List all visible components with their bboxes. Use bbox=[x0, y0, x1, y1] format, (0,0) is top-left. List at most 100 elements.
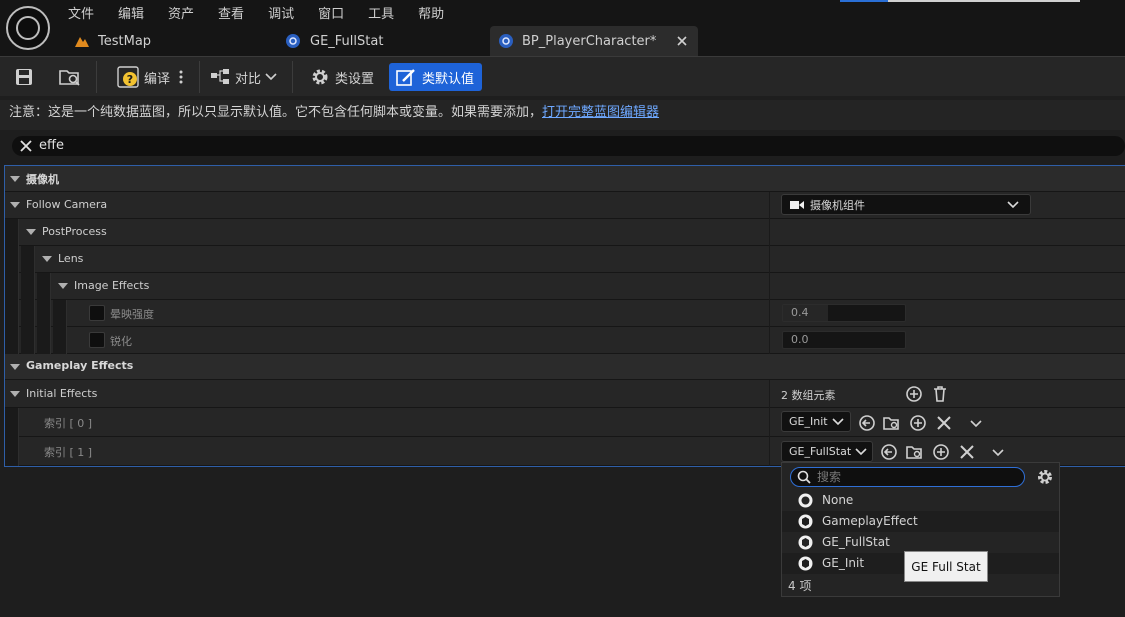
add-element-icon[interactable] bbox=[905, 385, 923, 403]
class-defaults-button[interactable]: 类默认值 bbox=[389, 63, 483, 91]
compile-options-button[interactable] bbox=[178, 63, 184, 91]
sharpen-value-field[interactable]: 0.0 bbox=[782, 331, 906, 349]
index0-class-picker[interactable]: GE_Init bbox=[781, 411, 851, 432]
diff-label: 对比 bbox=[235, 71, 262, 87]
follow-camera-label: Follow Camera bbox=[26, 198, 108, 211]
category-camera[interactable]: 摄像机 bbox=[5, 166, 1125, 192]
insert-element-icon[interactable] bbox=[909, 414, 927, 432]
category-gameplay-effects[interactable]: Gameplay Effects bbox=[5, 354, 1125, 380]
class-icon bbox=[798, 556, 813, 571]
vignette-label: 晕映强度 bbox=[110, 308, 154, 321]
dropdown-item-gameplayeffect[interactable]: GameplayEffect bbox=[782, 511, 1059, 532]
top-search-strip bbox=[888, 0, 1080, 2]
clear-value-icon[interactable] bbox=[935, 414, 953, 432]
class-defaults-label: 类默认值 bbox=[422, 71, 475, 87]
expand-arrow-icon[interactable] bbox=[10, 176, 20, 182]
vignette-value-field[interactable]: 0.4 bbox=[782, 304, 906, 322]
expand-arrow-icon[interactable] bbox=[42, 256, 52, 262]
svg-text:?: ? bbox=[127, 73, 133, 86]
diff-icon bbox=[211, 69, 229, 84]
postprocess-label: PostProcess bbox=[42, 225, 107, 238]
component-picker-value: 摄像机组件 bbox=[810, 198, 865, 212]
dropdown-item-label: GE_FullStat bbox=[822, 535, 890, 549]
close-icon[interactable] bbox=[677, 36, 687, 46]
tab-ge-fullstat[interactable]: GE_FullStat bbox=[285, 26, 383, 56]
menu-tools[interactable]: 工具 bbox=[368, 3, 394, 22]
expand-arrow-icon[interactable] bbox=[58, 283, 68, 289]
details-search-input[interactable]: effe bbox=[12, 136, 1125, 156]
clear-search-icon[interactable] bbox=[20, 140, 32, 152]
index1-value: GE_FullStat bbox=[789, 445, 852, 458]
class-settings-button[interactable]: 类设置 bbox=[310, 63, 374, 91]
property-initial-effects: Initial Effects 2 数组元素 bbox=[5, 380, 1125, 408]
dropdown-item-none[interactable]: None bbox=[782, 490, 1059, 511]
browse-icon bbox=[59, 70, 80, 86]
edit-defaults-icon bbox=[396, 69, 415, 86]
chevron-down-icon bbox=[265, 73, 277, 81]
sharpen-value: 0.0 bbox=[791, 333, 809, 346]
use-selected-icon[interactable] bbox=[858, 414, 876, 432]
class-settings-label: 类设置 bbox=[335, 71, 375, 87]
save-button[interactable] bbox=[14, 63, 34, 91]
index1-class-picker[interactable]: GE_FullStat bbox=[781, 441, 873, 462]
unreal-logo-icon[interactable] bbox=[6, 6, 50, 50]
toolbar: ? 编译 对比 类设置 类默认值 bbox=[0, 56, 1125, 96]
expand-arrow-icon[interactable] bbox=[10, 364, 20, 370]
expand-arrow-icon[interactable] bbox=[10, 391, 20, 397]
chevron-down-icon[interactable] bbox=[989, 443, 1007, 461]
more-vertical-icon bbox=[179, 70, 183, 84]
compile-icon: ? bbox=[117, 66, 139, 88]
save-icon bbox=[16, 69, 32, 85]
menu-debug[interactable]: 调试 bbox=[268, 3, 294, 22]
title-bar: 文件 编辑 资产 查看 调试 窗口 工具 帮助 TestMap GE_FullS… bbox=[0, 0, 1125, 56]
expand-arrow-icon[interactable] bbox=[10, 202, 20, 208]
property-vignette-intensity: 晕映强度 0.4 bbox=[5, 300, 1125, 327]
tab-testmap-label: TestMap bbox=[98, 33, 152, 49]
trash-icon[interactable] bbox=[931, 385, 949, 403]
clear-value-icon[interactable] bbox=[958, 443, 976, 461]
sharpen-override-checkbox[interactable] bbox=[89, 332, 105, 348]
expand-arrow-icon[interactable] bbox=[26, 229, 36, 235]
category-gameplay-label: Gameplay Effects bbox=[26, 359, 134, 372]
index0-value: GE_Init bbox=[789, 415, 828, 428]
tab-testmap[interactable]: TestMap bbox=[74, 26, 151, 56]
menu-asset[interactable]: 资产 bbox=[168, 3, 194, 22]
dropdown-item-ge-fullstat[interactable]: GE_FullStat bbox=[782, 532, 1059, 553]
use-selected-icon[interactable] bbox=[880, 443, 898, 461]
index0-label: 索引 [ 0 ] bbox=[44, 417, 93, 430]
sharpen-label: 锐化 bbox=[110, 335, 132, 348]
compile-button[interactable]: ? 编译 bbox=[117, 63, 170, 91]
browse-folder-icon[interactable] bbox=[905, 443, 923, 461]
diff-button[interactable]: 对比 bbox=[210, 63, 277, 91]
initial-effects-label: Initial Effects bbox=[26, 387, 98, 400]
class-icon bbox=[798, 535, 813, 550]
menu-view[interactable]: 查看 bbox=[218, 3, 244, 22]
camera-icon bbox=[790, 200, 804, 209]
browse-asset-button[interactable] bbox=[58, 63, 82, 91]
dropdown-search-input[interactable]: 搜索 bbox=[790, 467, 1025, 487]
dropdown-item-label: GameplayEffect bbox=[822, 514, 918, 528]
open-full-editor-link[interactable]: 打开完整蓝图编辑器 bbox=[542, 105, 659, 120]
component-picker[interactable]: 摄像机组件 bbox=[781, 194, 1031, 215]
tab-bp-playercharacter[interactable]: BP_PlayerCharacter* bbox=[490, 26, 698, 56]
lens-label: Lens bbox=[58, 252, 84, 265]
menu-help[interactable]: 帮助 bbox=[418, 3, 444, 22]
search-value: effe bbox=[39, 138, 64, 153]
level-icon bbox=[75, 37, 89, 47]
vignette-value: 0.4 bbox=[791, 306, 809, 319]
chevron-down-icon[interactable] bbox=[967, 414, 985, 432]
details-tree: 摄像机 Follow Camera 摄像机组件 PostProcess Lens… bbox=[4, 165, 1125, 467]
browse-folder-icon[interactable] bbox=[882, 414, 900, 432]
menu-edit[interactable]: 编辑 bbox=[118, 3, 144, 22]
insert-element-icon[interactable] bbox=[932, 443, 950, 461]
gear-icon[interactable] bbox=[1036, 468, 1054, 486]
compile-label: 编译 bbox=[144, 71, 171, 87]
property-postprocess: PostProcess bbox=[5, 219, 1125, 246]
main-menu: 文件 编辑 资产 查看 调试 窗口 工具 帮助 bbox=[68, 3, 468, 22]
vignette-override-checkbox[interactable] bbox=[89, 305, 105, 321]
menu-window[interactable]: 窗口 bbox=[318, 3, 344, 22]
property-lens: Lens bbox=[5, 246, 1125, 273]
dropdown-search-placeholder: 搜索 bbox=[817, 470, 842, 484]
menu-file[interactable]: 文件 bbox=[68, 3, 94, 22]
array-count: 2 数组元素 bbox=[781, 389, 836, 402]
